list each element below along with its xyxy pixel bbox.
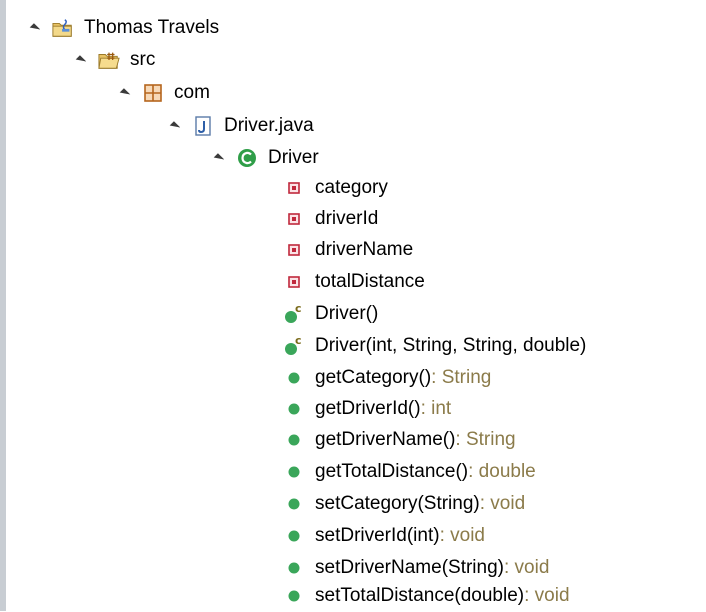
public-method-icon <box>283 367 305 389</box>
method-name: setCategory(String) <box>315 493 480 514</box>
java-file-icon <box>192 115 214 137</box>
method-return-type: : String <box>431 367 492 388</box>
tree-node-method[interactable]: getTotalDistance() : double <box>283 456 536 488</box>
field-name: driverName <box>315 239 414 260</box>
tree-node-label: src <box>130 49 156 70</box>
private-field-icon <box>283 271 305 293</box>
package-explorer-tree: Thomas Travels src com Driver.java Drive… <box>0 0 706 611</box>
class-icon <box>236 147 258 169</box>
tree-node-field[interactable]: driverId <box>283 203 378 235</box>
constructor-signature: Driver() <box>315 303 379 324</box>
public-method-icon <box>283 461 305 483</box>
expand-twisty-icon[interactable] <box>169 120 181 132</box>
method-name: getDriverId() <box>315 398 421 419</box>
public-method-icon <box>283 585 305 607</box>
tree-node-project[interactable]: Thomas Travels <box>29 12 220 44</box>
private-field-icon <box>283 177 305 199</box>
tree-node-method[interactable]: setCategory(String) : void <box>283 488 525 520</box>
method-return-type: : void <box>479 493 526 514</box>
method-return-type: : void <box>524 585 570 606</box>
method-name: getCategory() <box>315 367 432 388</box>
method-return-type: : void <box>439 525 485 546</box>
method-name: setDriverName(String) <box>315 557 504 578</box>
java-project-icon <box>52 17 74 39</box>
method-name: getDriverName() <box>315 429 456 450</box>
tree-node-label: Thomas Travels <box>84 17 220 38</box>
public-method-icon <box>283 493 305 515</box>
method-name: setDriverId(int) <box>315 525 440 546</box>
tree-node-file[interactable]: Driver.java <box>169 110 314 142</box>
tree-node-method[interactable]: setTotalDistance(double) : void <box>283 580 570 612</box>
public-method-icon <box>283 557 305 579</box>
tree-node-method[interactable]: getDriverId() : int <box>283 393 451 425</box>
tree-node-source-folder[interactable]: src <box>75 44 156 76</box>
svg-text:c: c <box>295 303 302 315</box>
public-method-icon <box>283 429 305 451</box>
svg-text:c: c <box>295 335 302 347</box>
method-return-type: : String <box>455 429 516 450</box>
tree-node-method[interactable]: setDriverId(int) : void <box>283 520 485 552</box>
tree-node-method[interactable]: getCategory() : String <box>283 362 491 394</box>
constructor-signature: Driver(int, String, String, double) <box>315 335 587 356</box>
constructor-icon: c <box>283 335 305 357</box>
private-field-icon <box>283 239 305 261</box>
tree-node-label: Driver.java <box>224 115 314 136</box>
tree-node-label: com <box>174 82 210 103</box>
tree-node-field[interactable]: totalDistance <box>283 266 425 298</box>
method-return-type: : int <box>420 398 452 419</box>
public-method-icon <box>283 525 305 547</box>
tree-node-class[interactable]: Driver <box>213 142 319 174</box>
expand-twisty-icon[interactable] <box>119 87 131 99</box>
source-folder-icon <box>98 49 120 71</box>
tree-node-package[interactable]: com <box>119 77 210 109</box>
tree-node-label: Driver <box>268 147 319 168</box>
method-return-type: : double <box>468 461 536 482</box>
tree-node-constructor[interactable]: c Driver() <box>283 298 378 330</box>
tree-node-method[interactable]: getDriverName() : String <box>283 424 516 456</box>
private-field-icon <box>283 208 305 230</box>
tree-node-constructor[interactable]: c Driver(int, String, String, double) <box>283 330 586 362</box>
tree-node-field[interactable]: driverName <box>283 234 413 266</box>
method-name: setTotalDistance(double) <box>315 585 525 606</box>
tree-node-field[interactable]: category <box>283 172 388 204</box>
package-icon <box>142 82 164 104</box>
method-name: getTotalDistance() <box>315 461 469 482</box>
field-name: totalDistance <box>315 271 425 292</box>
constructor-icon: c <box>283 303 305 325</box>
field-name: category <box>315 177 388 198</box>
method-return-type: : void <box>503 557 550 578</box>
expand-twisty-icon[interactable] <box>29 22 41 34</box>
expand-twisty-icon[interactable] <box>75 54 87 66</box>
expand-twisty-icon[interactable] <box>213 152 225 164</box>
public-method-icon <box>283 398 305 420</box>
field-name: driverId <box>315 208 379 229</box>
